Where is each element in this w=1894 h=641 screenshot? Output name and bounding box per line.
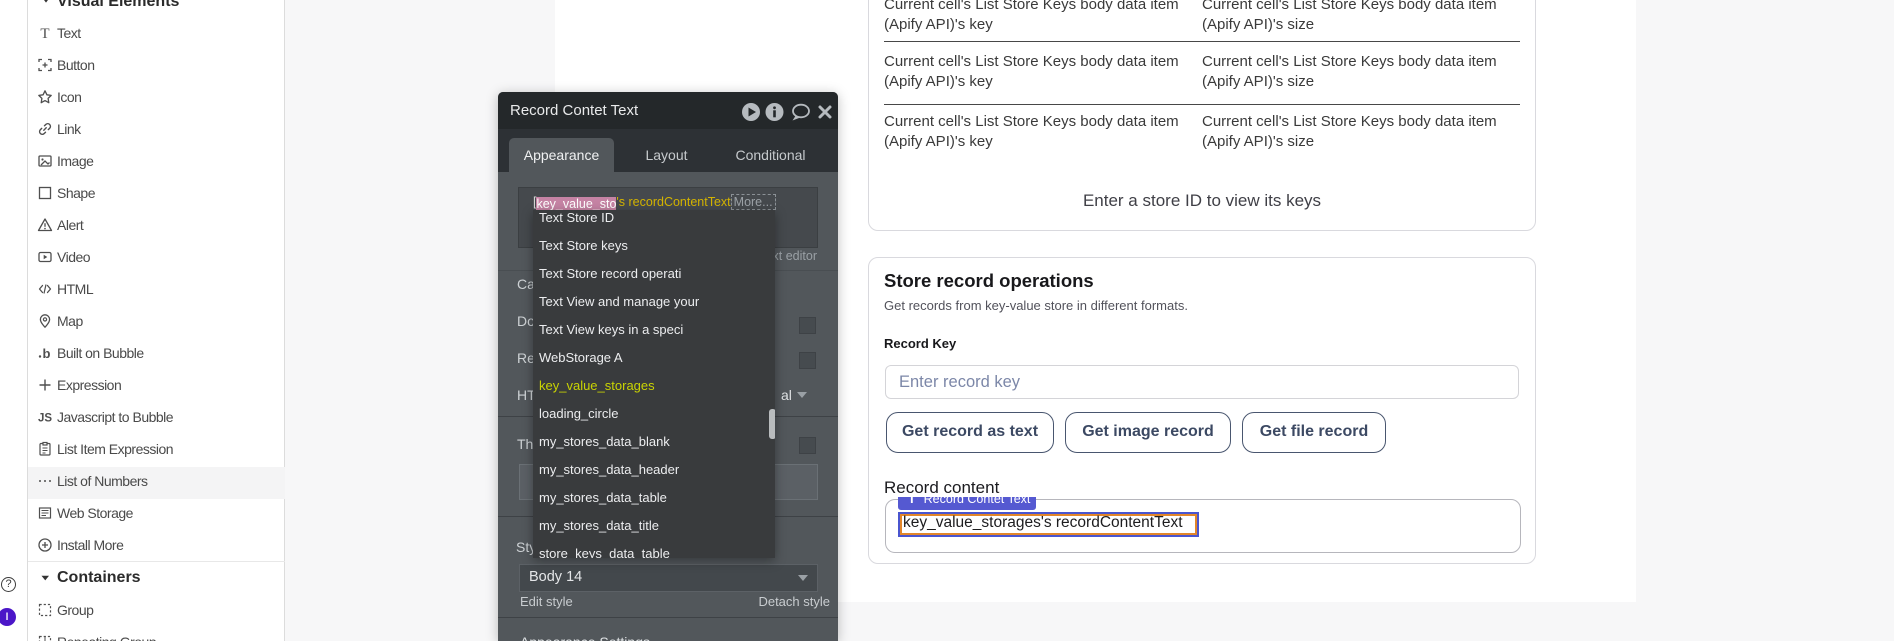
svg-text:T: T: [40, 26, 49, 41]
svg-text:b: b: [43, 346, 51, 361]
svg-text:JS: JS: [38, 413, 52, 425]
